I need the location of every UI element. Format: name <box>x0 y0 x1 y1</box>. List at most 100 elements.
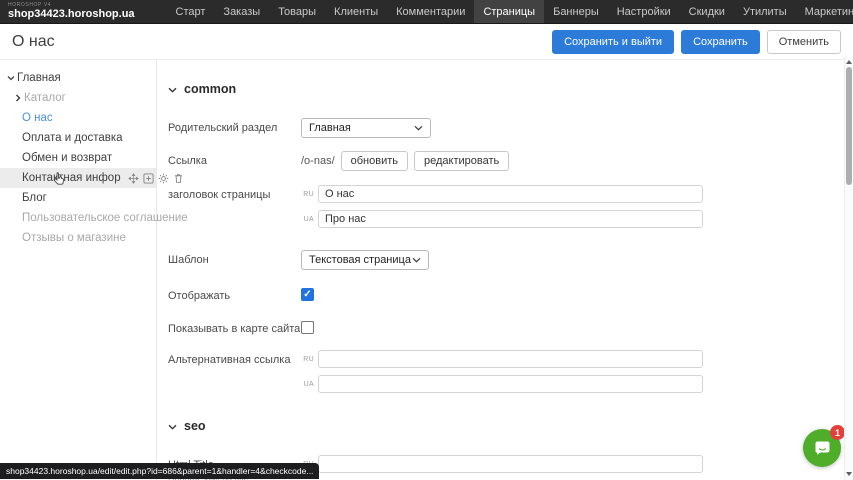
chevron-down-icon[interactable] <box>5 75 17 81</box>
page-header: О нас Сохранить и выйти Сохранить Отмени… <box>0 24 853 60</box>
chevron-down-icon <box>168 417 177 435</box>
lang-badge-ua: UA <box>301 216 314 223</box>
tree-label: Главная <box>17 72 61 84</box>
section-common-header[interactable]: common <box>168 80 853 98</box>
header-buttons: Сохранить и выйти Сохранить Отменить <box>552 30 841 54</box>
notification-badge: 1 <box>830 425 845 440</box>
cancel-button[interactable]: Отменить <box>767 30 841 54</box>
move-icon[interactable] <box>128 173 139 184</box>
tree-label: Каталог <box>24 92 66 104</box>
menu-comments[interactable]: Комментарии <box>387 0 474 23</box>
tree-label: Оплата и доставка <box>22 132 123 144</box>
content-area: Главная Каталог О нас Оплата и доставка … <box>0 60 853 480</box>
chat-widget-button[interactable]: 1 <box>803 429 841 467</box>
vertical-scrollbar[interactable] <box>844 57 853 480</box>
app-window: HOROSHOP V4 shop34423.horoshop.ua Старт … <box>0 0 853 480</box>
save-and-exit-button[interactable]: Сохранить и выйти <box>552 30 674 54</box>
lang-row-ua: UA <box>301 210 703 228</box>
select-value: Текстовая страница <box>309 254 411 266</box>
lang-badge-ua: UA <box>301 381 314 388</box>
lang-row-ru: RU <box>301 455 703 473</box>
field-parent-section: Родительский раздел Главная <box>168 118 853 138</box>
lang-inputs: RU UA <box>301 185 703 228</box>
chevron-down-icon <box>412 257 421 263</box>
tree-label: Контактная инфор <box>22 172 121 184</box>
sidebar-item-home[interactable]: Главная <box>0 68 156 88</box>
scroll-down-arrow-icon[interactable] <box>846 472 852 476</box>
menu-banners[interactable]: Баннеры <box>544 0 608 23</box>
menu-orders[interactable]: Заказы <box>214 0 269 23</box>
link-value: /o-nas/ <box>301 155 335 167</box>
menu-clients[interactable]: Клиенты <box>325 0 387 23</box>
sitemap-checkbox[interactable] <box>301 321 314 334</box>
parent-section-select[interactable]: Главная <box>301 118 431 138</box>
scroll-up-arrow-icon[interactable] <box>846 60 852 64</box>
lang-badge-ru: RU <box>301 191 314 198</box>
menu-start[interactable]: Старт <box>167 0 215 23</box>
alt-link-ua-input[interactable] <box>318 375 703 393</box>
field-label: Ссылка <box>168 151 301 167</box>
field-label: Показывать в карте сайта <box>168 319 301 335</box>
field-link: Ссылка /o-nas/ обновить редактировать <box>168 151 853 171</box>
select-value: Главная <box>309 122 351 134</box>
save-button[interactable]: Сохранить <box>681 30 760 54</box>
lang-badge-ru: RU <box>301 356 314 363</box>
sidebar-item-user-agreement[interactable]: Пользовательское соглашение <box>0 208 156 228</box>
sidebar-item-catalog[interactable]: Каталог <box>0 88 156 108</box>
sidebar-item-payment-delivery[interactable]: Оплата и доставка <box>0 128 156 148</box>
chevron-right-icon[interactable] <box>12 94 24 102</box>
main-menu: Старт Заказы Товары Клиенты Комментарии … <box>167 0 853 23</box>
field-alt-link: Альтернативная ссылка RU UA <box>168 350 853 393</box>
lang-row-ru: RU <box>301 185 703 203</box>
sidebar-item-about-us[interactable]: О нас <box>0 108 156 128</box>
template-select[interactable]: Текстовая страница <box>301 250 429 270</box>
menu-utilities[interactable]: Утилиты <box>734 0 796 23</box>
page-title: О нас <box>12 33 55 51</box>
tree-label: О нас <box>22 112 53 124</box>
edit-form: common Родительский раздел Главная Ссылк… <box>157 60 853 480</box>
field-page-title: заголовок страницы RU UA <box>168 185 853 228</box>
menu-settings[interactable]: Настройки <box>608 0 680 23</box>
lang-inputs: RU UA <box>301 455 703 480</box>
section-title: seo <box>184 419 206 433</box>
sidebar-item-contact-info[interactable]: Контактная инфор <box>0 168 156 188</box>
display-checkbox[interactable] <box>301 288 314 301</box>
sidebar-item-store-reviews[interactable]: Отзывы о магазине <box>0 228 156 248</box>
section-seo-header[interactable]: seo <box>168 417 853 435</box>
tree-label: Отзывы о магазине <box>22 232 126 244</box>
menu-discounts[interactable]: Скидки <box>680 0 734 23</box>
field-label: Отображать <box>168 286 301 302</box>
brand-logo[interactable]: HOROSHOP V4 shop34423.horoshop.ua <box>8 3 135 20</box>
lang-row-ru: RU <box>301 350 703 368</box>
tree-label: Обмен и возврат <box>22 152 112 164</box>
link-refresh-button[interactable]: обновить <box>341 151 408 171</box>
field-display: Отображать <box>168 286 853 302</box>
lang-inputs: RU UA <box>301 350 703 393</box>
sidebar-item-exchange-return[interactable]: Обмен и возврат <box>0 148 156 168</box>
html-title-ru-input[interactable] <box>318 455 703 473</box>
menu-pages[interactable]: Страницы <box>474 0 544 23</box>
lang-row-ua: UA <box>301 375 703 393</box>
section-title: common <box>184 82 236 96</box>
field-label: Альтернативная ссылка <box>168 350 301 366</box>
chevron-down-icon <box>168 80 177 98</box>
field-template: Шаблон Текстовая страница <box>168 250 853 270</box>
topbar: HOROSHOP V4 shop34423.horoshop.ua Старт … <box>0 0 853 24</box>
status-url-tooltip: shop34423.horoshop.ua/edit/edit.php?id=6… <box>0 463 319 479</box>
pages-tree-sidebar: Главная Каталог О нас Оплата и доставка … <box>0 60 157 480</box>
page-title-ua-input[interactable] <box>318 210 703 228</box>
link-edit-button[interactable]: редактировать <box>414 151 509 171</box>
field-sitemap: Показывать в карте сайта <box>168 319 853 335</box>
scrollbar-thumb[interactable] <box>846 67 852 185</box>
menu-products[interactable]: Товары <box>269 0 325 23</box>
field-label: Родительский раздел <box>168 118 301 134</box>
link-controls: /o-nas/ обновить редактировать <box>301 151 509 171</box>
add-page-icon[interactable] <box>143 173 154 184</box>
brand-domain: shop34423.horoshop.ua <box>8 9 135 20</box>
menu-marketing[interactable]: Маркетинг <box>796 0 853 23</box>
chat-icon <box>812 438 833 459</box>
tree-label: Блог <box>22 192 47 204</box>
alt-link-ru-input[interactable] <box>318 350 703 368</box>
sidebar-item-blog[interactable]: Блог <box>0 188 156 208</box>
page-title-ru-input[interactable] <box>318 185 703 203</box>
